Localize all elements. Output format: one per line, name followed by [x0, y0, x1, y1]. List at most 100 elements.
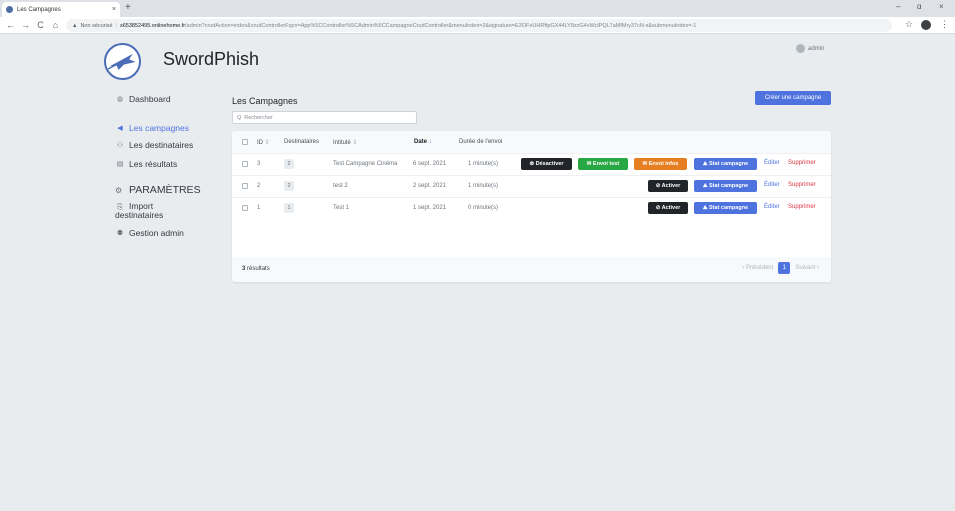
deactivate-button[interactable]: ⊗ Désactiver	[521, 158, 572, 170]
sidebar-item-label: Dashboard	[129, 94, 171, 104]
brand-name[interactable]: SwordPhish	[163, 49, 259, 70]
delete-link[interactable]: Supprimer	[788, 204, 816, 210]
search-icon: Q	[237, 114, 242, 121]
minimize-icon[interactable]: –	[896, 2, 900, 11]
bookmark-star-icon[interactable]: ☆	[905, 19, 913, 30]
url-separator: |	[115, 22, 117, 29]
sidebar-item-gestion-admin[interactable]: ⚉ Gestion admin	[115, 228, 184, 239]
cell-date: 6 sept. 2021	[413, 161, 447, 167]
tab-close-icon[interactable]: ×	[112, 6, 116, 13]
edit-link[interactable]: Éditer	[764, 204, 780, 210]
cell-date: 1 sept. 2021	[413, 205, 447, 211]
sidebar-item-dashboard[interactable]: ◍ Dashboard	[115, 94, 171, 105]
row-checkbox[interactable]	[242, 205, 248, 211]
sort-down-icon: ↓	[428, 139, 432, 145]
column-date[interactable]: Date ↓	[414, 139, 432, 145]
campaigns-table: ID ⇕ Destinataires Intitulé ⇕ Date ↓ Dur…	[232, 131, 831, 282]
sidebar-section-parametres: ⚙ PARAMÈTRES	[115, 184, 201, 196]
cell-duree: 1 minute(s)	[468, 183, 499, 189]
user-name: admin	[808, 45, 825, 52]
table-row: 3 2 Test Campagne Cinéma 6 sept. 2021 1 …	[232, 153, 831, 175]
create-campaign-button[interactable]: Créer une campagne	[755, 91, 831, 105]
pagination: ‹ Précédent 1 Suivant ›	[742, 262, 819, 274]
url-field[interactable]: ▲ Non sécurisé | s653852495.onlinehome.f…	[66, 19, 892, 32]
search-input[interactable]: Q Rechercher	[232, 111, 417, 124]
users-icon: ⚇	[116, 142, 124, 149]
row-checkbox[interactable]	[242, 161, 248, 167]
new-tab-button[interactable]: +	[125, 2, 131, 13]
search-placeholder: Rechercher	[244, 114, 273, 121]
cell-id: 3	[257, 161, 261, 167]
maximize-icon[interactable]: ɑ	[917, 2, 921, 11]
user-menu[interactable]: admin	[796, 44, 824, 53]
stat-campaign-button[interactable]: ⛰ Stat campagne	[694, 180, 757, 192]
previous-page-link[interactable]: ‹ Précédent	[742, 265, 773, 271]
url-host: s653852495.onlinehome.fr	[120, 22, 186, 29]
delete-link[interactable]: Supprimer	[788, 182, 816, 188]
stat-campaign-button[interactable]: ⛰ Stat campagne	[694, 202, 757, 214]
stat-campaign-button[interactable]: ⛰ Stat campagne	[694, 158, 757, 170]
back-icon[interactable]: ←	[6, 20, 15, 30]
cell-duree: 1 minute(s)	[468, 161, 499, 167]
page-title: Les Campagnes	[232, 96, 298, 106]
sidebar-item-label-line2: destinataires	[115, 210, 164, 220]
browser-tab-strip: Les Campagnes × + – ɑ ×	[0, 0, 955, 17]
gear-icon: ⚙	[115, 185, 123, 195]
send-test-button[interactable]: ✉ Envoi test	[578, 158, 628, 170]
edit-link[interactable]: Éditer	[764, 160, 780, 166]
cell-date: 2 sept. 2021	[413, 183, 447, 189]
address-bar-row: ← → C ⌂ ▲ Non sécurisé | s653852495.onli…	[0, 17, 955, 34]
current-page-button[interactable]: 1	[778, 262, 791, 274]
results-count: 3 résultats	[242, 266, 270, 272]
cell-destinataires-badge: 2	[284, 181, 294, 191]
column-id-label: ID	[257, 140, 263, 146]
forward-icon[interactable]: →	[21, 20, 30, 30]
edit-link[interactable]: Éditer	[764, 182, 780, 188]
url-path: /admin?crudAction=index&crudControllerFq…	[185, 22, 697, 29]
warning-icon: ▲	[72, 22, 78, 29]
table-footer: 3 résultats ‹ Précédent 1 Suivant ›	[232, 257, 831, 282]
window-close-icon[interactable]: ×	[939, 2, 944, 11]
column-id[interactable]: ID ⇕	[257, 139, 270, 146]
cell-duree: 0 minute(s)	[468, 205, 499, 211]
profile-icon[interactable]	[921, 20, 931, 30]
sidebar-item-campagnes[interactable]: ◀ Les campagnes	[115, 123, 189, 134]
home-icon[interactable]: ⌂	[51, 20, 60, 30]
sidebar-item-label: Les destinataires	[129, 140, 194, 150]
results-number: 3	[242, 266, 246, 272]
sidebar-item-label: Import destinataires	[115, 202, 163, 220]
sort-icon: ⇕	[352, 140, 358, 146]
column-intitule[interactable]: Intitulé ⇕	[333, 139, 357, 146]
reload-icon[interactable]: C	[36, 20, 45, 30]
results-label: résultats	[247, 266, 270, 272]
cell-destinataires-badge: 1	[284, 203, 294, 213]
browser-tab[interactable]: Les Campagnes ×	[2, 2, 120, 17]
cell-intitule: Test 1	[333, 205, 350, 211]
user-avatar-icon	[796, 44, 805, 53]
section-label: PARAMÈTRES	[129, 184, 201, 196]
sidebar-item-label: Les campagnes	[129, 123, 190, 133]
sidebar-item-resultats[interactable]: ▤ Les résultats	[115, 159, 178, 170]
column-intitule-label: Intitulé	[333, 140, 351, 146]
delete-link[interactable]: Supprimer	[788, 160, 816, 166]
sidebar-item-label: Gestion admin	[129, 228, 184, 238]
favicon-icon	[6, 6, 13, 13]
cell-id: 2	[257, 183, 261, 189]
activate-button[interactable]: ⊘ Activer	[648, 180, 688, 192]
cell-intitule: Test Campagne Cinéma	[333, 161, 398, 167]
activate-button[interactable]: ⊘ Activer	[648, 202, 688, 214]
dashboard-icon: ◍	[116, 96, 124, 103]
browser-menu-icon[interactable]: ⋮	[940, 19, 949, 30]
cell-destinataires-badge: 2	[284, 159, 294, 169]
sidebar-item-destinataires[interactable]: ⚇ Les destinataires	[115, 140, 193, 151]
sidebar-item-import[interactable]: ⎘ Import destinataires	[115, 202, 163, 220]
column-duree: Durée de l'envoi	[459, 139, 503, 145]
not-secure-label: Non sécurisé	[80, 22, 113, 29]
swordfish-logo-icon[interactable]	[104, 43, 141, 80]
table-row: 2 2 test 2 2 sept. 2021 1 minute(s) ⊘ Ac…	[232, 175, 831, 197]
select-all-checkbox[interactable]	[242, 139, 248, 145]
row-checkbox[interactable]	[242, 183, 248, 189]
user-cog-icon: ⚉	[116, 230, 124, 237]
send-info-button[interactable]: ✉ Envoi infos	[634, 158, 687, 170]
next-page-link[interactable]: Suivant ›	[795, 265, 819, 271]
